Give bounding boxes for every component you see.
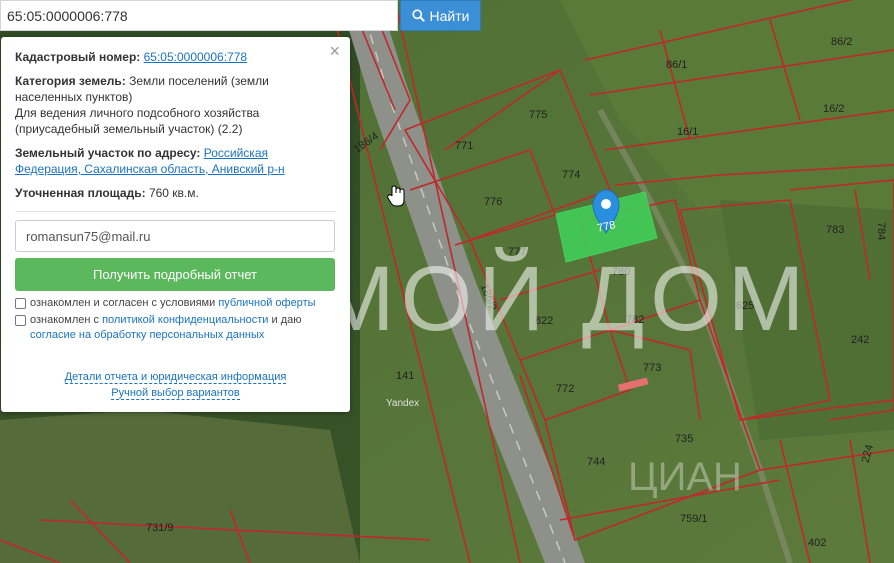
address-row: Земельный участок по адресу: Российская …: [15, 145, 336, 177]
get-report-button[interactable]: Получить подробный отчет: [15, 258, 335, 291]
consent-privacy-text: ознакомлен с политикой конфиденциальност…: [30, 313, 336, 343]
public-offer-link[interactable]: публичной оферты: [218, 297, 315, 309]
map-pin[interactable]: 778: [592, 189, 620, 235]
privacy-checkbox[interactable]: [15, 315, 26, 326]
plot-label: 759/1: [680, 513, 708, 525]
plot-label: 772: [556, 383, 574, 395]
personal-data-consent-link[interactable]: согласие на обработку персональных данны…: [30, 329, 264, 341]
plot-info-panel: × Кадастровый номер: 65:05:0000006:778 К…: [1, 37, 350, 412]
map-pin-dot: [601, 199, 611, 209]
plot-label: 783: [826, 224, 844, 236]
plot-label: 141: [396, 370, 414, 382]
consent-offer-text: ознакомлен и согласен с условиями публич…: [30, 296, 316, 311]
plot-label: 86/2: [831, 36, 852, 48]
plot-label: 776: [484, 196, 502, 208]
report-details-link[interactable]: Детали отчета и юридическая информация: [64, 371, 287, 384]
search-icon: [411, 9, 425, 22]
search-bar: [0, 0, 398, 31]
category-row: Категория земель: Земли поселений (земли…: [15, 73, 336, 105]
watermark-cian: ЦИАН: [628, 455, 742, 499]
plot-label: 744: [587, 456, 605, 468]
plot-label: 86/1: [666, 59, 687, 71]
area-label: Уточненная площадь:: [15, 186, 146, 200]
usage-text: Для ведения личного подсобного хозяйства…: [15, 106, 260, 136]
plot-label: 242: [851, 334, 869, 346]
plot-label: 16/1: [677, 126, 698, 138]
cadastral-number-link[interactable]: 65:05:0000006:778: [144, 50, 247, 64]
map-provider-label: Yandex: [386, 398, 419, 409]
plot-label: 731/9: [146, 522, 174, 534]
cadastral-row: Кадастровый номер: 65:05:0000006:778: [15, 49, 336, 65]
bottom-links: Детали отчета и юридическая информация Р…: [15, 369, 336, 401]
plot-label: 784: [875, 222, 887, 240]
consent-offer-row: ознакомлен и согласен с условиями публич…: [15, 296, 336, 311]
area-value: 760 кв.м.: [148, 186, 199, 200]
find-button-label: Найти: [429, 7, 470, 24]
manual-selection-link[interactable]: Ручной выбор вариантов: [111, 387, 240, 400]
consent-privacy-prefix: ознакомлен с: [30, 314, 100, 326]
plot-label: 773: [643, 362, 661, 374]
offer-checkbox[interactable]: [15, 298, 26, 309]
field-area: [0, 410, 360, 563]
address-label: Земельный участок по адресу:: [15, 146, 201, 160]
consent-offer-prefix: ознакомлен и согласен с условиями: [30, 297, 216, 309]
plot-label: 774: [562, 169, 580, 181]
plot-label: 16/2: [823, 103, 844, 115]
consent-privacy-row: ознакомлен с политикой конфиденциальност…: [15, 313, 336, 343]
email-field[interactable]: [15, 220, 335, 252]
plot-label: 775: [529, 109, 547, 121]
close-icon[interactable]: ×: [329, 42, 340, 60]
privacy-policy-link[interactable]: политикой конфиденциальности: [102, 314, 268, 326]
cadastral-label: Кадастровый номер:: [15, 50, 141, 64]
divider: [15, 211, 336, 212]
find-button[interactable]: Найти: [400, 0, 481, 31]
plot-label: 402: [808, 537, 826, 549]
plot-label: 771: [455, 140, 473, 152]
consent-privacy-mid: и даю: [271, 314, 302, 326]
area-row: Уточненная площадь: 760 кв.м.: [15, 185, 336, 201]
cadastral-search-input[interactable]: [1, 1, 397, 30]
category-label: Категория земель:: [15, 74, 126, 88]
watermark-moy-dom: МОЙ ДОМ: [318, 246, 810, 350]
plot-label: 735: [675, 433, 693, 445]
